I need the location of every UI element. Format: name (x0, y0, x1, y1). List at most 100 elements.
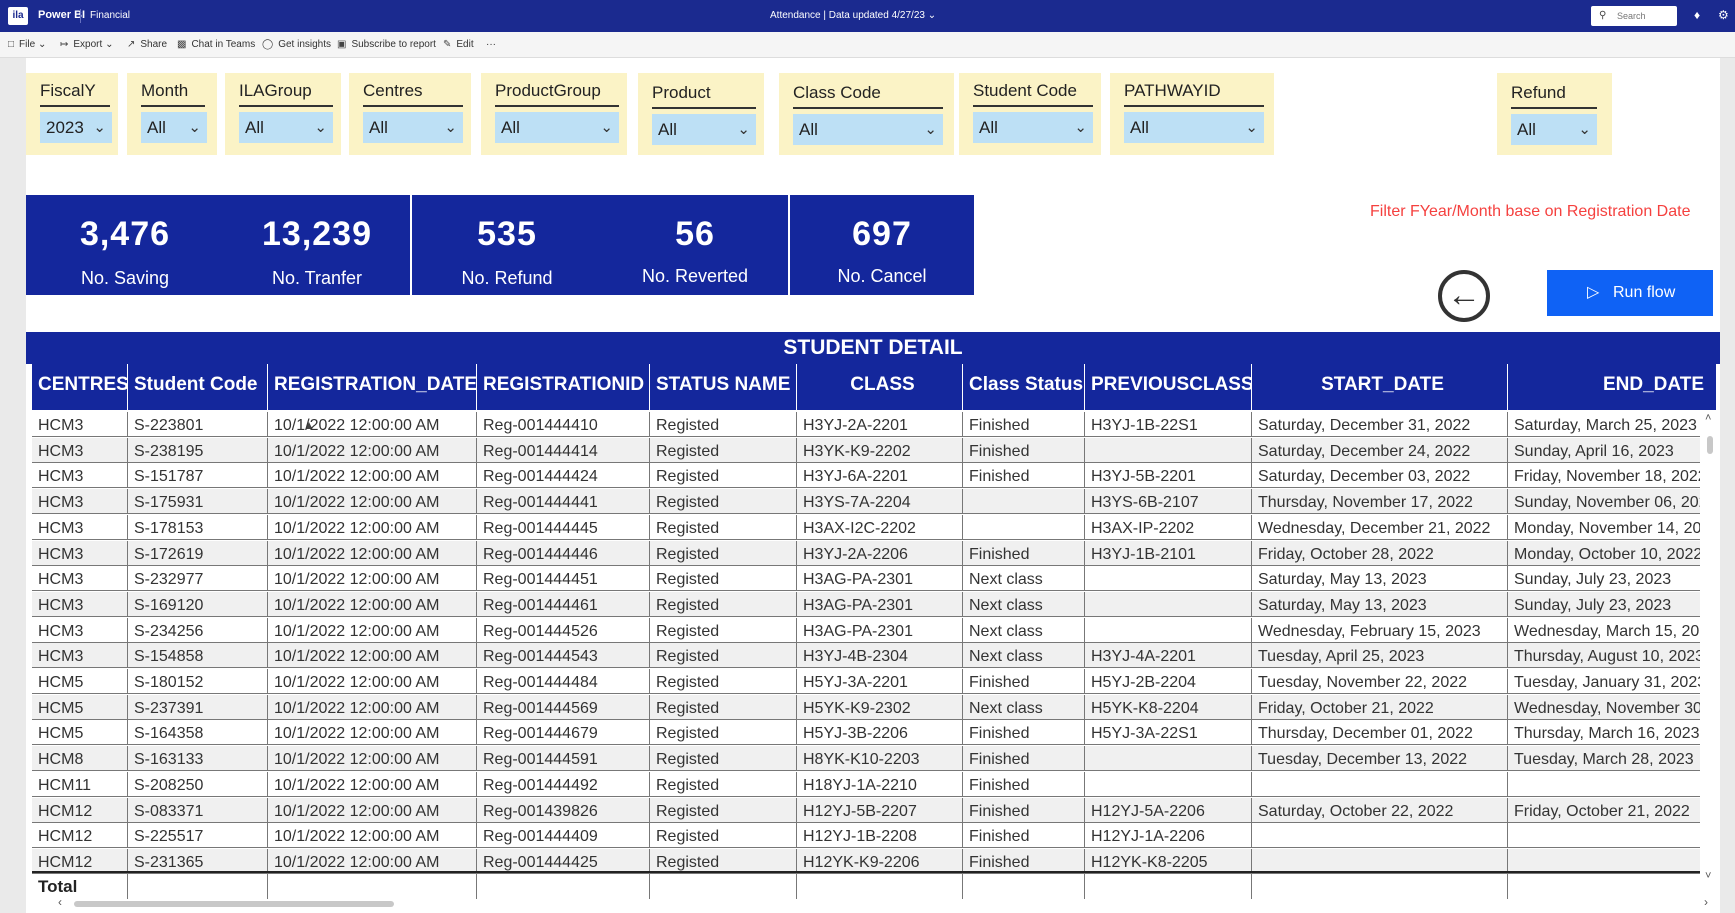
table-cell: Saturday, May 13, 2023 (1252, 566, 1508, 591)
table-row[interactable]: HCM3 S-238195 10/1/2022 12:00:00 AM Reg-001… (32, 437, 1700, 463)
table-row[interactable]: HCM3 S-154858 10/1/2022 12:00:00 AM Reg-001… (32, 643, 1700, 669)
bell-icon[interactable]: ♦ (1694, 8, 1700, 22)
col-header-previousclass[interactable]: PREVIOUSCLASS (1085, 364, 1252, 410)
table-cell: 10/1/2022 12:00:00 AM (268, 514, 477, 539)
table-cell: H5YJ-3A-2201 (797, 669, 963, 693)
table-cell: H3YJ-2A-2201 (797, 412, 963, 436)
more-options-button[interactable]: ··· (486, 39, 496, 50)
command-bar: □ File ⌄ ↦ Export ⌄ ↗ Share ▩ Chat in Teams … (0, 32, 1735, 58)
scroll-thumb[interactable] (1707, 436, 1713, 454)
table-row[interactable]: HCM8 S-163133 10/1/2022 12:00:00 AM Reg-001… (32, 746, 1700, 772)
table-cell: H3AX-IP-2202 (1085, 514, 1252, 539)
horizontal-scrollbar[interactable]: ‹ › (44, 895, 1714, 910)
app-name[interactable]: Power BI (38, 9, 85, 21)
export-menu[interactable]: ↦ Export ⌄ (60, 39, 113, 50)
table-row[interactable]: HCM3 S-178153 10/1/2022 12:00:00 AM Reg-001… (32, 514, 1700, 540)
table-cell: S-232977 (128, 566, 268, 591)
table-cell: HCM3 (32, 566, 128, 591)
classcode-dropdown[interactable]: All ⌄ (793, 114, 943, 145)
table-cell: H3YK-K9-2202 (797, 437, 963, 462)
table-cell: HCM8 (32, 746, 128, 771)
scroll-up-icon[interactable]: ˄ (1705, 412, 1711, 424)
chat-in-teams-button[interactable]: ▩ Chat in Teams (177, 39, 255, 50)
pathwayid-dropdown[interactable]: All ⌄ (1124, 112, 1264, 143)
table-row[interactable]: HCM5 S-237391 10/1/2022 12:00:00 AM Reg-001… (32, 694, 1700, 720)
table-cell: Finished (963, 412, 1085, 436)
fiscaly-dropdown[interactable]: 2023 ⌄ (40, 112, 112, 143)
table-cell: Finished (963, 746, 1085, 771)
scroll-right-icon[interactable]: › (1704, 895, 1708, 909)
table-row[interactable]: HCM11 S-208250 10/1/2022 12:00:00 AM Reg-00… (32, 771, 1700, 797)
table-row[interactable]: HCM3 S-172619 10/1/2022 12:00:00 AM Reg-001… (32, 540, 1700, 566)
centres-dropdown[interactable]: All ⌄ (363, 112, 463, 143)
report-name[interactable]: Financial (90, 10, 130, 21)
table-cell: HCM11 (32, 771, 128, 796)
table-row[interactable]: HCM3 S-232977 10/1/2022 12:00:00 AM Reg-001… (32, 566, 1700, 592)
month-dropdown[interactable]: All ⌄ (141, 112, 207, 143)
slicer-student-code: Student Code All ⌄ (959, 73, 1101, 155)
col-header-registrationid[interactable]: REGISTRATIONID (477, 364, 650, 410)
col-header-registration-date[interactable]: REGISTRATION_DATE (268, 364, 477, 410)
get-insights-button[interactable]: ◯ Get insights (262, 39, 331, 50)
table-cell: H3YS-6B-2107 (1085, 489, 1252, 514)
table-cell: H5YJ-2B-2204 (1085, 669, 1252, 693)
productgroup-dropdown[interactable]: All ⌄ (495, 112, 619, 143)
table-cell (1085, 771, 1252, 796)
table-row[interactable]: HCM5 S-180152 10/1/2022 12:00:00 AM Reg-001… (32, 669, 1700, 694)
table-title: STUDENT DETAIL (26, 332, 1720, 364)
table-cell: Registed (650, 643, 797, 668)
table-row[interactable]: HCM5 S-164358 10/1/2022 12:00:00 AM Reg-001… (32, 720, 1700, 746)
table-row[interactable]: HCM12 S-083371 10/1/2022 12:00:00 AM Reg-00… (32, 797, 1700, 823)
table-cell: Friday, November 18, 2022 (1514, 468, 1700, 486)
table-row[interactable]: HCM3 S-169120 10/1/2022 12:00:00 AM Reg-001… (32, 591, 1700, 617)
table-cell: Registed (650, 489, 797, 514)
table-row[interactable]: HCM3 S-151787 10/1/2022 12:00:00 AM Reg-001… (32, 463, 1700, 489)
scroll-thumb[interactable] (74, 901, 394, 907)
table-row[interactable]: HCM3 S-175931 10/1/2022 12:00:00 AM Reg-001… (32, 489, 1700, 515)
back-arrow-icon[interactable]: ← (1438, 270, 1490, 322)
edit-button[interactable]: ✎ Edit (443, 39, 474, 50)
table-cell: Thursday, March 16, 2023 (1514, 725, 1700, 743)
file-menu[interactable]: □ File ⌄ (8, 39, 46, 50)
col-header-class-status[interactable]: Class Status (963, 364, 1085, 410)
refund-dropdown[interactable]: All ⌄ (1511, 114, 1597, 145)
col-header-status-name[interactable]: STATUS NAME (650, 364, 797, 410)
table-cell: HCM5 (32, 669, 128, 693)
studentcode-dropdown[interactable]: All ⌄ (973, 112, 1093, 143)
col-header-student-code[interactable]: Student Code (128, 364, 268, 410)
table-cell: Registed (650, 694, 797, 719)
col-header-centres[interactable]: CENTRES (32, 364, 128, 410)
kpi-value: 13,239 (262, 215, 372, 253)
product-dropdown[interactable]: All ⌄ (652, 114, 756, 145)
col-header-class[interactable]: CLASS (797, 364, 963, 410)
share-button[interactable]: ↗ Share (127, 39, 167, 50)
gear-icon[interactable]: ⚙ (1718, 8, 1729, 22)
scroll-down-icon[interactable]: ˅ (1705, 870, 1711, 882)
table-cell: S-234256 (128, 617, 268, 642)
table-cell: Registed (650, 797, 797, 822)
table-cell: Tuesday, March 28, 2023 (1514, 751, 1694, 769)
col-header-end-date[interactable]: END_DATE (1508, 364, 1716, 410)
table-row[interactable]: HCM12 S-225517 10/1/2022 12:00:00 AM Reg-00… (32, 823, 1700, 849)
vertical-scrollbar[interactable]: ˄ ˅ (1704, 412, 1716, 882)
top-bar: ila Power BI Financial Attendance | Data… (0, 0, 1735, 32)
table-cell (1085, 591, 1252, 616)
subscribe-button[interactable]: ▣ Subscribe to report (337, 39, 436, 50)
search-box[interactable]: ⚲ Search (1591, 6, 1677, 26)
table-row[interactable]: HCM3 S-234256 10/1/2022 12:00:00 AM Reg-001… (32, 617, 1700, 643)
col-header-start-date[interactable]: START_DATE (1252, 364, 1508, 410)
search-icon: ⚲ (1599, 10, 1607, 21)
table-cell: 10/1/2022 12:00:00 AM (268, 669, 477, 693)
ilagroup-dropdown[interactable]: All ⌄ (239, 112, 333, 143)
run-flow-button[interactable]: ▷ Run flow (1547, 270, 1713, 316)
table-cell: Finished (963, 771, 1085, 796)
table-cell: Registed (650, 771, 797, 796)
scroll-left-icon[interactable]: ‹ (58, 895, 62, 909)
table-cell: Registed (650, 514, 797, 539)
table-cell: Reg-001444492 (477, 771, 650, 796)
chevron-down-icon: ⌄ (1074, 119, 1087, 136)
table-cell: Finished (963, 669, 1085, 693)
report-title-dropdown[interactable]: Attendance | Data updated 4/27/23 ⌄ (770, 10, 936, 21)
divider (80, 9, 81, 23)
table-row[interactable]: HCM3 S-223801 10/1/2022 12:00:00 AM Reg-001… (32, 412, 1700, 437)
